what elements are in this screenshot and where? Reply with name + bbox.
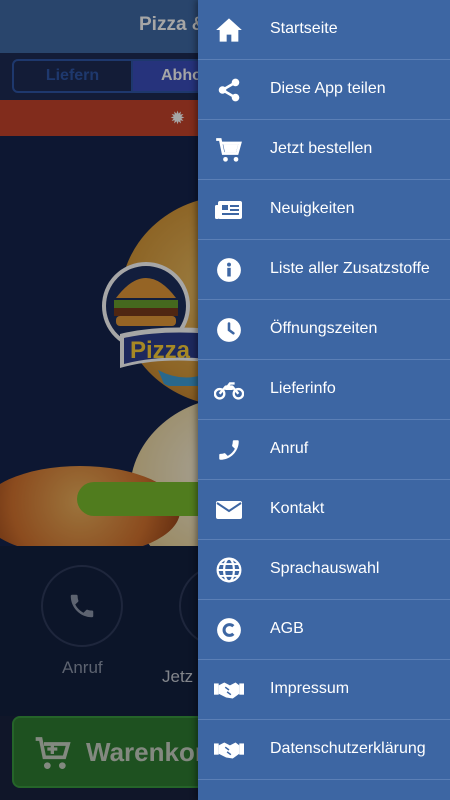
- menu-item-agb[interactable]: AGB: [198, 600, 450, 660]
- phone-icon: [214, 436, 244, 464]
- menu-item-news[interactable]: Neuigkeiten: [198, 180, 450, 240]
- menu-label: Startseite: [270, 20, 338, 37]
- menu-item-share[interactable]: Diese App teilen: [198, 60, 450, 120]
- menu-item-startseite[interactable]: Startseite: [198, 0, 450, 60]
- clock-icon: [214, 316, 244, 344]
- handshake-icon: [214, 736, 244, 764]
- copyright-icon: [214, 616, 244, 644]
- handshake-icon: [214, 676, 244, 704]
- menu-label: AGB: [270, 620, 304, 637]
- navigation-drawer: Startseite Diese App teilen Jetzt bestel…: [198, 0, 450, 800]
- menu-label: Datenschutzerklärung: [270, 740, 426, 757]
- menu-item-privacy[interactable]: Datenschutzerklärung: [198, 720, 450, 780]
- menu-label: Diese App teilen: [270, 80, 386, 97]
- share-icon: [214, 76, 244, 104]
- envelope-icon: [214, 496, 244, 524]
- menu-label: Kontakt: [270, 500, 325, 517]
- menu-item-contact[interactable]: Kontakt: [198, 480, 450, 540]
- menu-label: Liste aller Zusatzstoffe: [270, 260, 430, 277]
- menu-item-opening-hours[interactable]: Öffnungszeiten: [198, 300, 450, 360]
- more-icon: [214, 796, 244, 800]
- newspaper-icon: [214, 196, 244, 224]
- menu-item-order[interactable]: Jetzt bestellen: [198, 120, 450, 180]
- cart-icon: [214, 136, 244, 164]
- menu-label: Sprachauswahl: [270, 560, 380, 577]
- menu-label: Impressum: [270, 680, 350, 697]
- globe-icon: [214, 556, 244, 584]
- menu-label: Neuigkeiten: [270, 200, 355, 217]
- menu-item-language[interactable]: Sprachauswahl: [198, 540, 450, 600]
- motorcycle-icon: [214, 376, 244, 404]
- menu-item-additives[interactable]: Liste aller Zusatzstoffe: [198, 240, 450, 300]
- home-icon: [214, 16, 244, 44]
- menu-label: Öffnungszeiten: [270, 320, 378, 337]
- menu-label: Jetzt bestellen: [270, 140, 373, 157]
- menu-item-delivery-info[interactable]: Lieferinfo: [198, 360, 450, 420]
- info-icon: [214, 256, 244, 284]
- menu-item-imprint[interactable]: Impressum: [198, 660, 450, 720]
- menu-item-more[interactable]: [198, 780, 450, 800]
- menu-label: Anruf: [270, 440, 309, 457]
- menu-item-call[interactable]: Anruf: [198, 420, 450, 480]
- menu-label: Lieferinfo: [270, 380, 336, 397]
